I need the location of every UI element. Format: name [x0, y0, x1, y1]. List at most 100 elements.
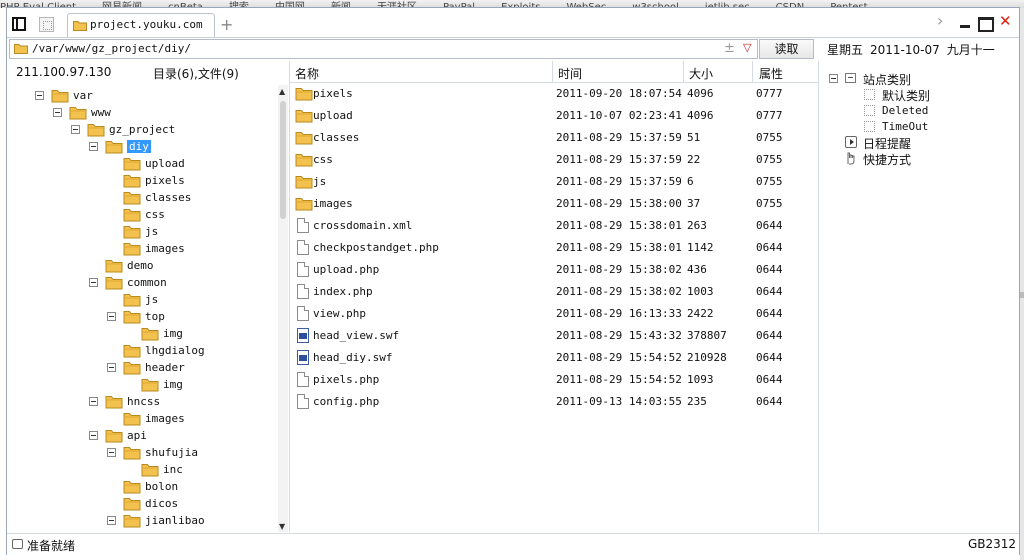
schedule-label: 日程提醒	[863, 137, 912, 151]
scroll-up-icon[interactable]: ▲	[279, 87, 285, 96]
collapse-icon[interactable]	[89, 142, 98, 151]
tree-scrollbar[interactable]: ▲ ▼	[278, 85, 288, 532]
file-row[interactable]: view.php 2011-08-29 16:13:33 2422 0644	[290, 303, 818, 325]
encoding-label[interactable]: GB2312	[968, 537, 1016, 551]
collapse-icon[interactable]	[71, 125, 80, 134]
collapse-icon[interactable]	[829, 74, 838, 83]
tree-label: header	[145, 361, 185, 374]
tree-label: css	[145, 208, 165, 221]
file-name: head_diy.swf	[313, 351, 393, 364]
folder-icon	[123, 496, 141, 514]
server-ip: 211.100.97.130	[16, 65, 112, 79]
file-size: 22	[687, 153, 701, 166]
folder-icon	[123, 360, 141, 378]
plus-minus-icon[interactable]: ±	[724, 41, 735, 56]
collapse-icon[interactable]	[107, 363, 116, 372]
file-name: checkpostandget.php	[313, 241, 439, 254]
sidebar-panel: 站点类别 默认类别 Deleted TimeOut 日程提醒 快捷方式	[819, 61, 1019, 532]
file-perm: 0644	[756, 329, 783, 342]
file-row[interactable]: index.php 2011-08-29 15:38:02 1003 0644	[290, 281, 818, 303]
collapse-icon[interactable]	[89, 397, 98, 406]
collapse-icon[interactable]	[53, 108, 62, 117]
file-row[interactable]: head_diy.swf 2011-08-29 15:54:52 210928 064…	[290, 347, 818, 369]
chevron-right-icon[interactable]: ›	[937, 13, 943, 29]
column-time[interactable]: 时间	[558, 65, 582, 82]
folder-icon	[105, 275, 123, 293]
category-item-icon	[864, 89, 875, 100]
address-input[interactable]: /var/www/gz_project/diy/	[32, 42, 191, 55]
file-size: 235	[687, 395, 707, 408]
close-button[interactable]: ✕	[999, 13, 1012, 29]
file-time: 2011-08-29 15:54:52	[556, 373, 682, 386]
tree-label: classes	[145, 191, 192, 204]
file-row[interactable]: pixels 2011-09-20 18:07:54 4096 0777	[290, 83, 818, 105]
column-separator[interactable]	[552, 61, 553, 82]
file-size: 210928	[687, 351, 727, 364]
collapse-icon[interactable]	[35, 91, 44, 100]
swf-file-icon	[297, 328, 309, 343]
new-tab-button[interactable]: +	[220, 15, 233, 34]
file-time: 2011-08-29 15:38:01	[556, 219, 682, 232]
file-time: 2011-08-29 15:43:32	[556, 329, 682, 342]
folder-icon	[14, 44, 28, 54]
file-time: 2011-08-29 15:38:00	[556, 197, 682, 210]
shortcuts-label: 快捷方式	[863, 153, 912, 167]
tree-label: images	[145, 412, 185, 425]
file-row[interactable]: upload.php 2011-08-29 15:38:02 436 0644	[290, 259, 818, 281]
read-button[interactable]: 读取	[759, 39, 814, 59]
scroll-down-icon[interactable]: ▼	[279, 522, 285, 531]
file-size: 1093	[687, 373, 714, 386]
address-bar[interactable]: /var/www/gz_project/diy/ ± ▽	[9, 39, 758, 59]
file-row[interactable]: config.php 2011-09-13 14:03:55 235 0644	[290, 391, 818, 413]
file-row[interactable]: images 2011-08-29 15:38:00 37 0755	[290, 193, 818, 215]
folder-icon	[105, 139, 123, 157]
scroll-thumb[interactable]	[280, 101, 286, 219]
file-size: 51	[687, 131, 701, 144]
panel-toggle-icon[interactable]	[12, 17, 26, 31]
tree-label: dicos	[145, 497, 179, 510]
collapse-icon[interactable]	[107, 516, 116, 525]
column-separator[interactable]	[752, 61, 753, 82]
column-size[interactable]: 大小	[689, 65, 713, 82]
file-perm: 0644	[756, 307, 783, 320]
file-row[interactable]: css 2011-08-29 15:37:59 22 0755	[290, 149, 818, 171]
file-row[interactable]: head_view.swf 2011-08-29 15:43:32 378807 06…	[290, 325, 818, 347]
tree-label: var	[73, 89, 93, 102]
folder-icon	[141, 377, 159, 395]
column-separator[interactable]	[683, 61, 684, 82]
file-perm: 0644	[756, 263, 783, 276]
file-time: 2011-08-29 15:54:52	[556, 351, 682, 364]
file-list-panel: 名称 时间 大小 属性 pixels 2011-09-20 18:07:54 409…	[290, 61, 819, 532]
blank-tab-icon[interactable]	[39, 17, 54, 32]
column-name[interactable]: 名称	[295, 65, 319, 82]
tab-project[interactable]: project.youku.com	[67, 13, 215, 37]
chevron-down-icon[interactable]: ▽	[743, 41, 751, 54]
category-label: 默认类别	[882, 89, 931, 103]
file-size: 37	[687, 197, 701, 210]
file-row[interactable]: crossdomain.xml 2011-08-29 15:38:01 263 064…	[290, 215, 818, 237]
minimize-button[interactable]	[960, 25, 970, 28]
folder-icon	[123, 445, 141, 463]
folder-icon	[295, 86, 313, 104]
lunar-date: 九月十一	[946, 43, 995, 57]
hand-icon	[847, 152, 855, 165]
folder-icon	[123, 190, 141, 208]
file-time: 2011-08-29 15:37:59	[556, 175, 682, 188]
swf-file-icon	[297, 350, 309, 365]
file-time: 2011-08-29 15:38:02	[556, 285, 682, 298]
file-row[interactable]: js 2011-08-29 15:37:59 6 0755	[290, 171, 818, 193]
file-row[interactable]: upload 2011-10-07 02:23:41 4096 0777	[290, 105, 818, 127]
folder-icon	[105, 428, 123, 446]
collapse-icon[interactable]	[89, 278, 98, 287]
folder-icon	[105, 258, 123, 276]
file-row[interactable]: classes 2011-08-29 15:37:59 51 0755	[290, 127, 818, 149]
collapse-icon[interactable]	[89, 431, 98, 440]
file-row[interactable]: pixels.php 2011-08-29 15:54:52 1093 0644	[290, 369, 818, 391]
collapse-icon[interactable]	[107, 448, 116, 457]
maximize-button[interactable]	[978, 17, 994, 32]
directory-tree: var www gz_project diy upload pixels classes cs…	[7, 85, 277, 532]
column-perm[interactable]: 属性	[759, 65, 783, 82]
file-row[interactable]: checkpostandget.php 2011-08-29 15:38:01 11…	[290, 237, 818, 259]
tree-label: jianlibao	[145, 514, 205, 527]
collapse-icon[interactable]	[107, 312, 116, 321]
